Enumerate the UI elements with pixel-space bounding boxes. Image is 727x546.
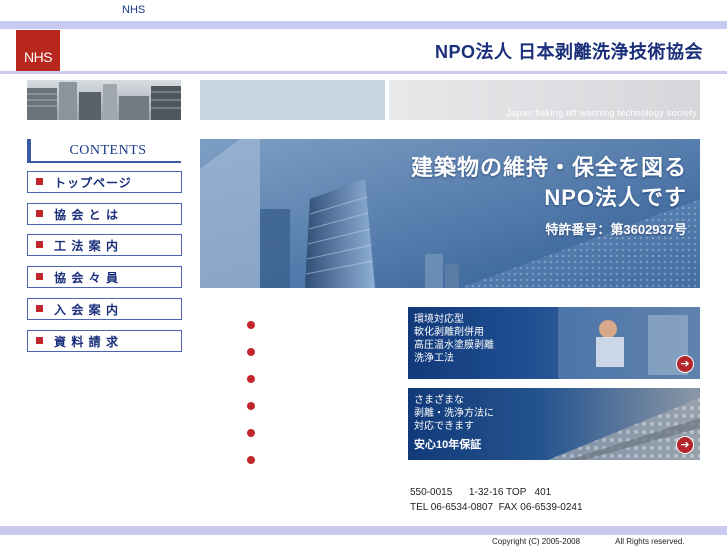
address-line: 550-0015 1-32-16 TOP 401 (410, 487, 552, 498)
square-bullet-icon (36, 178, 43, 185)
header-band-under (0, 71, 727, 74)
buildings-thumbnail-image (27, 80, 181, 120)
arrow-right-icon[interactable]: ➔ (676, 355, 694, 373)
nav-item-members[interactable]: 協 会 々 員 (27, 266, 182, 288)
red-bullet-icon (247, 375, 255, 383)
red-bullet-icon (247, 402, 255, 410)
square-bullet-icon (36, 241, 43, 248)
site-tag: NHS (122, 4, 146, 16)
red-bullet-icon (247, 348, 255, 356)
square-bullet-icon (36, 337, 43, 344)
footer-band (0, 526, 727, 535)
arrow-right-icon[interactable]: ➔ (676, 436, 694, 454)
patent-number: 特許番号：第3602937号 (545, 222, 687, 237)
red-bullet-icon (247, 456, 255, 464)
square-bullet-icon (36, 305, 43, 312)
feature-banner-warranty[interactable]: さまざまな 剥離・洗浄方法に 対応できます 安心10年保証 ➔ (408, 388, 700, 460)
nav-item-label: 工 法 案 内 (54, 239, 120, 253)
nav-item-request-docs[interactable]: 資 料 請 求 (27, 330, 182, 352)
nav-item-label: 協 会 と は (54, 208, 120, 222)
feature-banner-method[interactable]: 環境対応型 軟化剥離剤併用 高圧温水塗膜剥離 洗浄工法 ➔ (408, 307, 700, 379)
contents-underline (27, 161, 181, 163)
english-subtitle: Japan flaking off washing technology soc… (506, 108, 697, 118)
hero-headline-2: NPO法人です (544, 185, 687, 210)
nav-item-label: 協 会 々 員 (54, 271, 120, 285)
contents-heading-bar (27, 139, 31, 161)
organization-title: NPO法人 日本剥離洗浄技術協会 (434, 42, 703, 62)
phone-fax-line: TEL 06-6534-0807 FAX 06-6539-0241 (410, 502, 583, 513)
feature-text: 環境対応型 軟化剥離剤併用 高圧温水塗膜剥離 洗浄工法 (414, 314, 494, 364)
contents-heading: CONTENTS (69, 143, 147, 158)
feature-text: さまざまな 剥離・洗浄方法に 対応できます (414, 395, 494, 432)
warranty-badge: 安心10年保証 (414, 439, 482, 451)
banner-panel-left (200, 80, 385, 120)
nav-item-label: トップページ (54, 176, 132, 190)
header-band-top (0, 21, 727, 29)
nav-item-methods[interactable]: 工 法 案 内 (27, 234, 182, 256)
nav-item-label: 資 料 請 求 (54, 335, 120, 349)
nav-item-about[interactable]: 協 会 と は (27, 203, 182, 225)
red-bullet-icon (247, 321, 255, 329)
square-bullet-icon (36, 210, 43, 217)
square-bullet-icon (36, 273, 43, 280)
hero-headline-1: 建築物の維持・保全を図る (410, 155, 687, 180)
logo-text: NHS (23, 49, 53, 65)
nav-item-join[interactable]: 入 会 案 内 (27, 298, 182, 320)
nav-item-top-page[interactable]: トップページ (27, 171, 182, 193)
red-bullet-icon (247, 429, 255, 437)
nav-item-label: 入 会 案 内 (54, 303, 120, 317)
